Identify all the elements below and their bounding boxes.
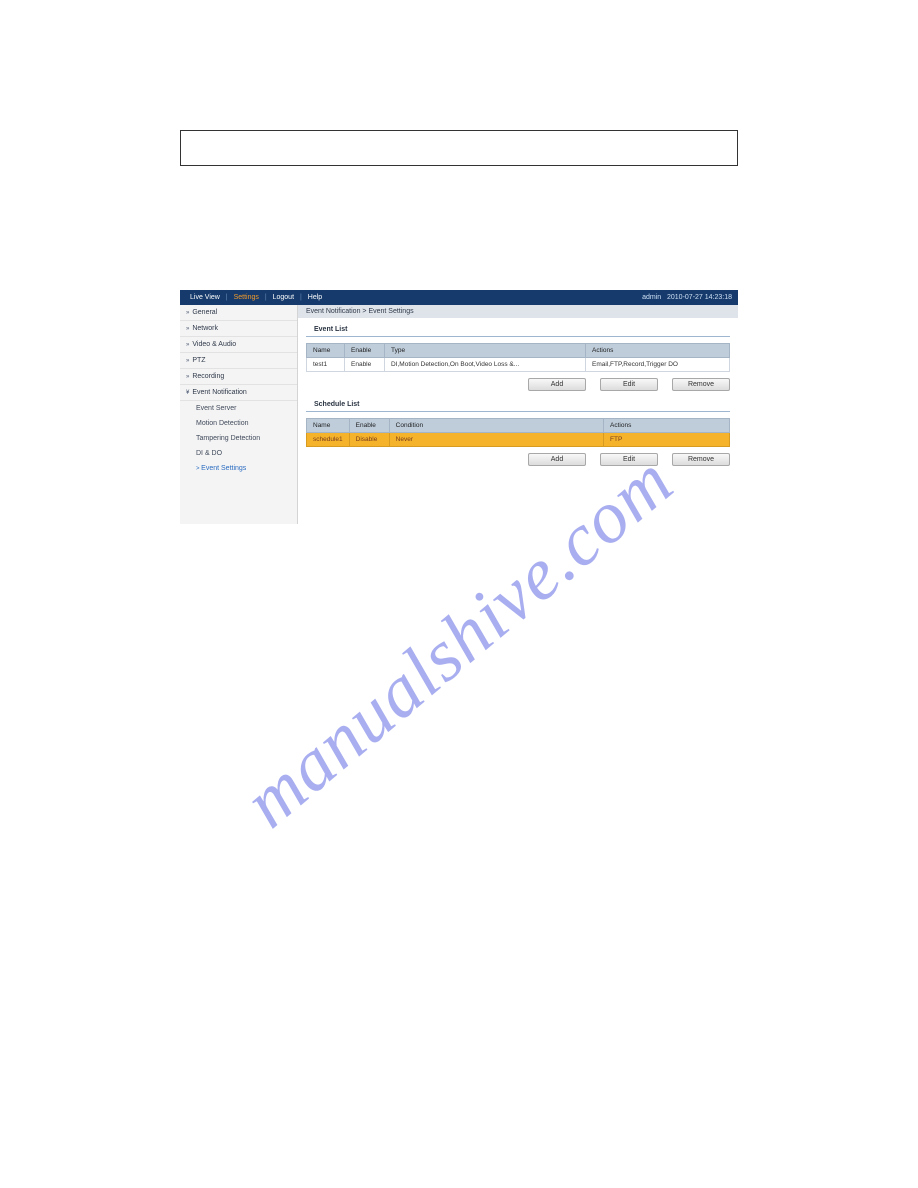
add-button[interactable]: Add bbox=[528, 453, 586, 466]
remove-button[interactable]: Remove bbox=[672, 453, 730, 466]
sidebar-item-label: PTZ bbox=[192, 357, 205, 364]
sidebar-sub-motion-detection[interactable]: Motion Detection bbox=[180, 416, 297, 431]
schedule-list-table: Name Enable Condition Actions schedule1 … bbox=[306, 418, 730, 447]
topbar-status: admin 2010-07-27 14:23:18 bbox=[642, 294, 732, 301]
chevron-right-icon: » bbox=[186, 342, 189, 348]
chevron-right-icon: » bbox=[186, 374, 189, 380]
remove-button[interactable]: Remove bbox=[672, 378, 730, 391]
top-navbar: Live View | Settings | Logout | Help adm… bbox=[180, 290, 738, 305]
cell-enable: Enable bbox=[345, 358, 385, 372]
sidebar: » General » Network » Video & Audio » PT… bbox=[180, 305, 298, 524]
content-panel: Event Notification > Event Settings Even… bbox=[298, 305, 738, 524]
add-button[interactable]: Add bbox=[528, 378, 586, 391]
edit-button[interactable]: Edit bbox=[600, 378, 658, 391]
topbar-datetime: 2010-07-27 14:23:18 bbox=[667, 294, 732, 301]
sidebar-sub-tampering-detection[interactable]: Tampering Detection bbox=[180, 431, 297, 446]
col-actions: Actions bbox=[604, 419, 730, 433]
cell-type: DI,Motion Detection,On Boot,Video Loss &… bbox=[385, 358, 586, 372]
col-condition: Condition bbox=[389, 419, 603, 433]
schedule-list-title: Schedule List bbox=[306, 393, 730, 412]
event-list-buttons: Add Edit Remove bbox=[298, 372, 738, 393]
sidebar-item-event-notification[interactable]: ¥ Event Notification bbox=[180, 385, 297, 401]
sidebar-item-label: Event Notification bbox=[192, 389, 246, 396]
cell-condition: Never bbox=[389, 433, 603, 447]
nav-help[interactable]: Help bbox=[304, 294, 326, 301]
col-enable: Enable bbox=[349, 419, 389, 433]
event-list-table: Name Enable Type Actions test1 Enable DI… bbox=[306, 343, 730, 372]
cell-name: schedule1 bbox=[307, 433, 350, 447]
sidebar-item-network[interactable]: » Network bbox=[180, 321, 297, 337]
cell-actions: FTP bbox=[604, 433, 730, 447]
col-type: Type bbox=[385, 344, 586, 358]
cell-name: test1 bbox=[307, 358, 345, 372]
sidebar-item-label: Network bbox=[192, 325, 218, 332]
nav-separator: | bbox=[226, 294, 228, 301]
col-name: Name bbox=[307, 419, 350, 433]
nav-live-view[interactable]: Live View bbox=[186, 294, 224, 301]
sidebar-sub-event-settings[interactable]: Event Settings bbox=[180, 461, 297, 476]
chevron-right-icon: » bbox=[186, 310, 189, 316]
event-list-title: Event List bbox=[306, 318, 730, 337]
chevron-right-icon: » bbox=[186, 358, 189, 364]
sidebar-item-label: Recording bbox=[192, 373, 224, 380]
topbar-user: admin bbox=[642, 294, 661, 301]
chevron-right-icon: » bbox=[186, 326, 189, 332]
breadcrumb: Event Notification > Event Settings bbox=[298, 305, 738, 318]
col-name: Name bbox=[307, 344, 345, 358]
sidebar-item-label: Video & Audio bbox=[192, 341, 236, 348]
sidebar-sub-event-server[interactable]: Event Server bbox=[180, 401, 297, 416]
col-actions: Actions bbox=[586, 344, 730, 358]
table-row[interactable]: schedule1 Disable Never FTP bbox=[307, 433, 730, 447]
nav-logout[interactable]: Logout bbox=[269, 294, 298, 301]
edit-button[interactable]: Edit bbox=[600, 453, 658, 466]
table-row[interactable]: test1 Enable DI,Motion Detection,On Boot… bbox=[307, 358, 730, 372]
sidebar-item-video-audio[interactable]: » Video & Audio bbox=[180, 337, 297, 353]
chevron-down-icon: ¥ bbox=[186, 390, 189, 396]
nav-settings[interactable]: Settings bbox=[230, 294, 263, 301]
col-enable: Enable bbox=[345, 344, 385, 358]
topbar-links: Live View | Settings | Logout | Help bbox=[186, 294, 326, 301]
sidebar-item-label: General bbox=[192, 309, 217, 316]
sidebar-sub-di-do[interactable]: DI & DO bbox=[180, 446, 297, 461]
schedule-list-buttons: Add Edit Remove bbox=[298, 447, 738, 468]
nav-separator: | bbox=[265, 294, 267, 301]
cell-actions: Email,FTP,Record,Trigger DO bbox=[586, 358, 730, 372]
empty-outline-box bbox=[180, 130, 738, 166]
sidebar-item-general[interactable]: » General bbox=[180, 305, 297, 321]
cell-enable: Disable bbox=[349, 433, 389, 447]
sidebar-item-ptz[interactable]: » PTZ bbox=[180, 353, 297, 369]
sidebar-item-recording[interactable]: » Recording bbox=[180, 369, 297, 385]
app-screenshot: Live View | Settings | Logout | Help adm… bbox=[180, 290, 738, 524]
nav-separator: | bbox=[300, 294, 302, 301]
